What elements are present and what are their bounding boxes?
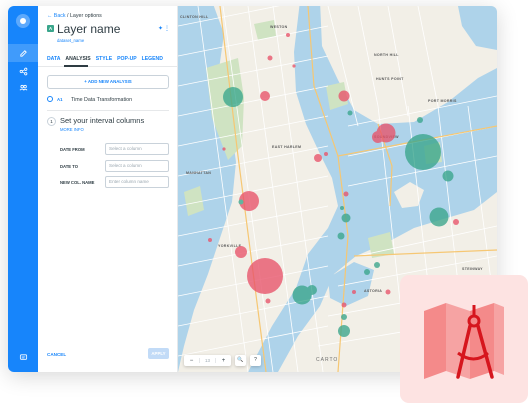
map-label-astoria: ASTORIA <box>364 289 382 293</box>
tab-style[interactable]: STYLE <box>96 56 112 62</box>
date-from-label: DATE FROM <box>60 147 85 152</box>
map-label-steinway: STEINWAY <box>462 267 483 271</box>
data-point[interactable] <box>292 64 296 68</box>
data-point[interactable] <box>260 91 270 101</box>
layer-actions: ✦⋮ <box>158 25 171 32</box>
new-column-label: NEW COL. NAME <box>60 180 95 185</box>
side-rail <box>8 6 38 372</box>
data-point[interactable] <box>385 289 391 295</box>
chat-icon[interactable] <box>8 348 38 366</box>
data-point[interactable] <box>338 90 350 102</box>
analysis-name[interactable]: Time Data Transformation <box>71 97 132 103</box>
data-point[interactable] <box>429 207 449 227</box>
add-analysis-button[interactable]: + ADD NEW ANALYSIS <box>47 75 169 89</box>
data-point[interactable] <box>324 152 328 156</box>
data-point[interactable] <box>343 191 349 197</box>
date-to-label: DATE TO <box>60 164 78 169</box>
data-point[interactable] <box>307 285 317 295</box>
map-attribution: CARTO <box>316 357 339 363</box>
data-point[interactable] <box>347 110 353 116</box>
breadcrumb-current: / Layer options <box>67 13 102 19</box>
analysis-radio[interactable] <box>47 96 53 102</box>
tab-bar: DATA ANALYSIS STYLE POP-UP LEGEND <box>47 56 163 62</box>
cancel-button[interactable]: CANCEL <box>47 352 66 357</box>
back-link-label[interactable]: Back <box>54 13 66 19</box>
zoom-in-button[interactable]: + <box>216 358 231 364</box>
data-point[interactable] <box>341 314 347 320</box>
data-point[interactable] <box>286 33 290 37</box>
tab-popup[interactable]: POP-UP <box>117 56 137 62</box>
map-label-north-hill: NORTH HILL <box>374 53 399 57</box>
map-label-east-harlem: EAST HARLEM <box>272 145 301 149</box>
data-point[interactable] <box>405 134 441 170</box>
users-icon[interactable] <box>8 78 38 96</box>
edit-icon[interactable] <box>8 44 38 62</box>
data-point[interactable] <box>223 87 243 107</box>
more-options-icon[interactable]: ⋮ <box>164 26 171 32</box>
search-icon[interactable]: 🔍 <box>235 355 246 366</box>
tabs-divider <box>38 66 178 67</box>
help-icon[interactable]: ? <box>250 355 261 366</box>
date-from-select[interactable]: Select a column <box>105 143 169 155</box>
back-link[interactable]: ← Back <box>47 13 66 19</box>
tab-data[interactable]: DATA <box>47 56 60 62</box>
carto-logo[interactable] <box>16 14 30 28</box>
more-info-link[interactable]: MORE INFO <box>60 127 84 132</box>
map-label-weston: WESTON <box>270 25 288 29</box>
apply-button[interactable]: APPLY <box>148 348 169 359</box>
zoom-control: − 13 + <box>184 355 231 366</box>
data-point[interactable] <box>208 238 212 242</box>
data-point[interactable] <box>372 131 384 143</box>
zoom-level: 13 <box>199 358 216 363</box>
step-title: Set your interval columns <box>60 116 145 125</box>
data-point[interactable] <box>341 302 347 308</box>
map-compass-icon <box>424 303 504 379</box>
map-label-manhattan: MANHATTAN <box>186 171 211 175</box>
breadcrumb: ← Back / Layer options <box>47 13 102 19</box>
data-point[interactable] <box>267 55 273 61</box>
data-point[interactable] <box>247 258 283 294</box>
data-point[interactable] <box>417 117 423 123</box>
data-point[interactable] <box>453 219 459 225</box>
map-label-hunts-point: HUNTS POINT <box>376 77 404 81</box>
data-point[interactable] <box>341 213 351 223</box>
data-point[interactable] <box>265 298 271 304</box>
data-point[interactable] <box>222 147 226 151</box>
map-label-clinton-hill: CLINTON HILL <box>180 15 209 19</box>
map-label-port-morris: PORT MORRIS <box>428 99 457 103</box>
dataset-name[interactable]: dataset_name <box>57 38 84 43</box>
new-column-input[interactable]: Enter column name <box>105 176 169 188</box>
section-divider <box>47 110 169 111</box>
active-tab-indicator <box>64 65 88 67</box>
data-point[interactable] <box>442 170 454 182</box>
layer-title[interactable]: Layer name <box>57 22 120 36</box>
layer-badge: A <box>47 25 54 32</box>
layer-options-panel: ← Back / Layer options A Layer name ✦⋮ d… <box>38 6 178 372</box>
tab-legend[interactable]: LEGEND <box>142 56 163 62</box>
data-point[interactable] <box>338 325 350 337</box>
data-point[interactable] <box>238 199 244 205</box>
tab-analysis[interactable]: ANALYSIS <box>65 56 90 62</box>
data-point[interactable] <box>352 290 356 294</box>
step-number: 1 <box>47 117 56 126</box>
date-to-select[interactable]: Select a column <box>105 160 169 172</box>
data-point[interactable] <box>340 206 344 210</box>
data-point[interactable] <box>314 154 322 162</box>
data-point[interactable] <box>364 269 370 275</box>
zoom-out-button[interactable]: − <box>184 358 199 364</box>
map-compass-illustration <box>400 275 528 403</box>
data-point[interactable] <box>337 232 345 240</box>
data-point[interactable] <box>374 262 380 268</box>
data-point[interactable] <box>235 246 247 258</box>
analysis-id: A1 <box>57 97 63 102</box>
